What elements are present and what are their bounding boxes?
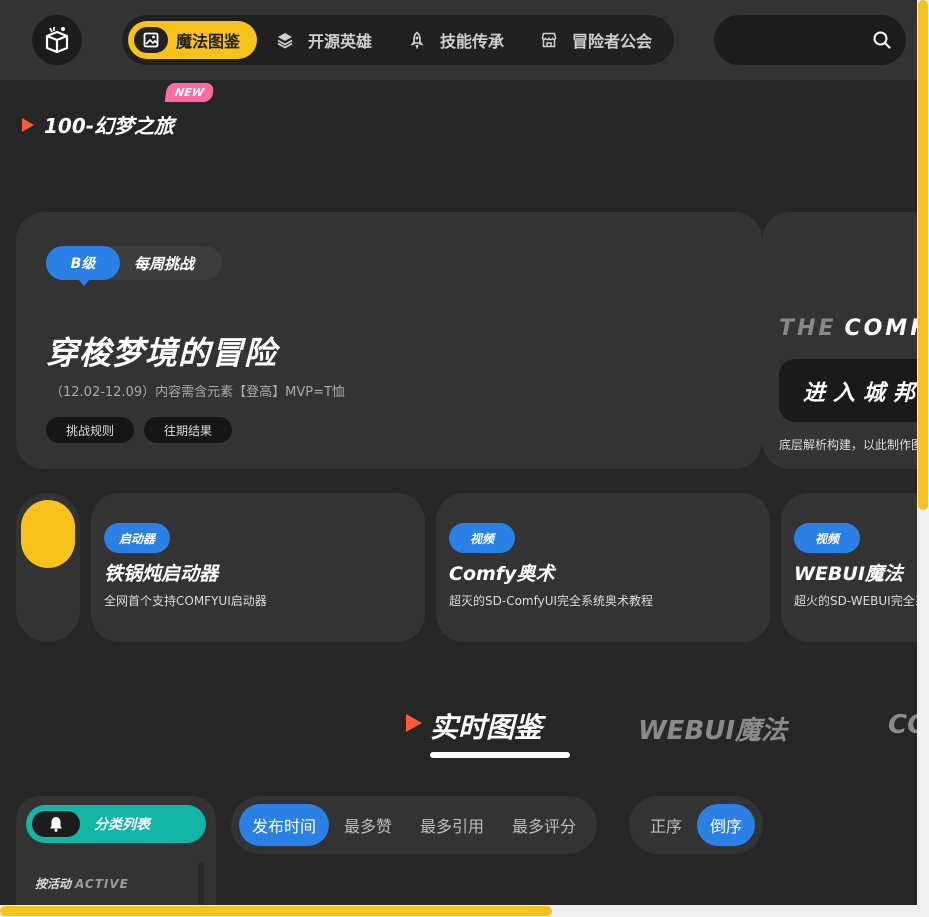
category-list-button[interactable]: 分类列表 <box>26 805 206 843</box>
challenge-title: 穿梭梦境的冒险 <box>46 334 278 372</box>
card-title: 铁锅炖启动器 <box>104 563 219 585</box>
filter-label: 按活动 <box>35 877 72 891</box>
nav-item-magic-gallery[interactable]: 魔法图鉴 <box>128 21 257 59</box>
challenge-tag: B级 每周挑战 <box>46 246 222 286</box>
nav-item-skill-heritage[interactable]: 技能传承 <box>406 21 504 59</box>
card-tag: 视频 <box>449 523 515 553</box>
comfy-heading: THECOMFY <box>779 316 929 341</box>
magic-box-icon <box>45 27 69 54</box>
tab-label: 实时图鉴 <box>430 711 543 744</box>
card-tag: 视频 <box>794 523 860 553</box>
category-list-label: 分类列表 <box>94 817 150 833</box>
category-panel: 分类列表 按活动 ACTIVE <box>16 796 216 917</box>
scrollbar-thumb[interactable] <box>918 0 928 510</box>
card-title: WEBUI魔法 <box>794 563 903 585</box>
rules-button[interactable]: 挑战规则 <box>46 417 134 443</box>
filter-by-activity[interactable]: 按活动 ACTIVE <box>35 875 129 892</box>
nav-item-open-heroes[interactable]: 开源英雄 <box>274 21 372 59</box>
vertical-scrollbar[interactable] <box>917 0 929 917</box>
main-nav: 魔法图鉴 开源英雄 技能传承 冒险者公会 <box>122 15 674 65</box>
past-results-button[interactable]: 往期结果 <box>144 417 232 443</box>
card-description: 超灭的SD-ComfyUI完全系统奥术教程 <box>449 594 654 608</box>
card-title: Comfy奥术 <box>449 563 555 585</box>
feature-card-launcher[interactable]: 启动器 铁锅炖启动器 全网首个支持COMFYUI启动器 <box>91 493 425 642</box>
card-tag: 启动器 <box>104 523 170 553</box>
sort-by-publish-time[interactable]: 发布时间 <box>239 804 329 846</box>
play-icon <box>22 117 34 132</box>
toggle-knob <box>21 500 75 568</box>
top-bar: 魔法图鉴 开源英雄 技能传承 冒险者公会 <box>0 0 917 80</box>
tab-webui-magic[interactable]: WEBUI魔法 <box>638 710 787 747</box>
the-text: THE <box>779 316 837 341</box>
comfy-description: 底层解析构建，以此制作图像 <box>779 438 929 452</box>
image-icon <box>134 27 168 53</box>
level-badge: B级 <box>46 246 120 286</box>
order-ascending[interactable]: 正序 <box>639 804 693 846</box>
section-title-text: 100-幻梦之旅 <box>44 114 175 138</box>
search-icon[interactable] <box>872 30 892 54</box>
comfy-hero-card[interactable]: THECOMFY 进入城邦 底层解析构建，以此制作图像 <box>762 212 929 469</box>
gallery-tabs: 实时图鉴 WEBUI魔法 COMFY <box>0 700 917 760</box>
tab-live-gallery[interactable]: 实时图鉴 <box>430 706 570 758</box>
tab-comfy[interactable]: COMFY <box>888 710 917 740</box>
new-badge: NEW <box>164 83 215 102</box>
card-description: 全网首个支持COMFYUI启动器 <box>104 594 267 608</box>
carousel-toggle[interactable] <box>16 493 80 642</box>
sort-bar: 发布时间 最多赞 最多引用 最多评分 <box>231 796 597 854</box>
order-bar: 正序 倒序 <box>629 796 763 854</box>
feature-card-webui[interactable]: 视频 WEBUI魔法 超火的SD-WEBUI完全系统魔法教程 <box>781 493 917 642</box>
layers-icon <box>274 29 296 51</box>
nav-item-label: 魔法图鉴 <box>176 32 241 51</box>
search-input[interactable] <box>714 15 906 65</box>
sort-by-most-references[interactable]: 最多引用 <box>420 804 484 846</box>
nav-item-label: 冒险者公会 <box>572 32 653 51</box>
filter-label-en: ACTIVE <box>75 877 129 891</box>
enter-city-button[interactable]: 进入城邦 <box>779 359 929 422</box>
nav-item-label: 开源英雄 <box>308 32 373 51</box>
order-descending[interactable]: 倒序 <box>697 804 755 846</box>
logo[interactable] <box>32 15 82 65</box>
section-title: 100-幻梦之旅 <box>22 110 174 139</box>
sort-by-most-ratings[interactable]: 最多评分 <box>512 804 576 846</box>
sort-by-most-likes[interactable]: 最多赞 <box>344 804 392 846</box>
bell-icon <box>32 811 80 837</box>
feature-card-comfy[interactable]: 视频 Comfy奥术 超灭的SD-ComfyUI完全系统奥术教程 <box>436 493 770 642</box>
challenge-subtitle: （12.02-12.09）内容需含元素【登高】MVP=T恤 <box>50 385 345 400</box>
challenge-hero-card[interactable]: B级 每周挑战 穿梭梦境的冒险 （12.02-12.09）内容需含元素【登高】M… <box>16 212 762 469</box>
card-description: 超火的SD-WEBUI完全系统魔法教程 <box>794 594 917 608</box>
nav-item-adventurer-guild[interactable]: 冒险者公会 <box>538 21 652 59</box>
weekly-challenge-label: 每周挑战 <box>134 254 195 273</box>
active-tab-underline <box>430 752 570 758</box>
nav-item-label: 技能传承 <box>440 32 505 51</box>
scrollbar-thumb[interactable] <box>0 906 552 916</box>
store-icon <box>538 29 560 51</box>
rocket-icon <box>406 29 428 51</box>
horizontal-scrollbar[interactable] <box>0 905 917 917</box>
